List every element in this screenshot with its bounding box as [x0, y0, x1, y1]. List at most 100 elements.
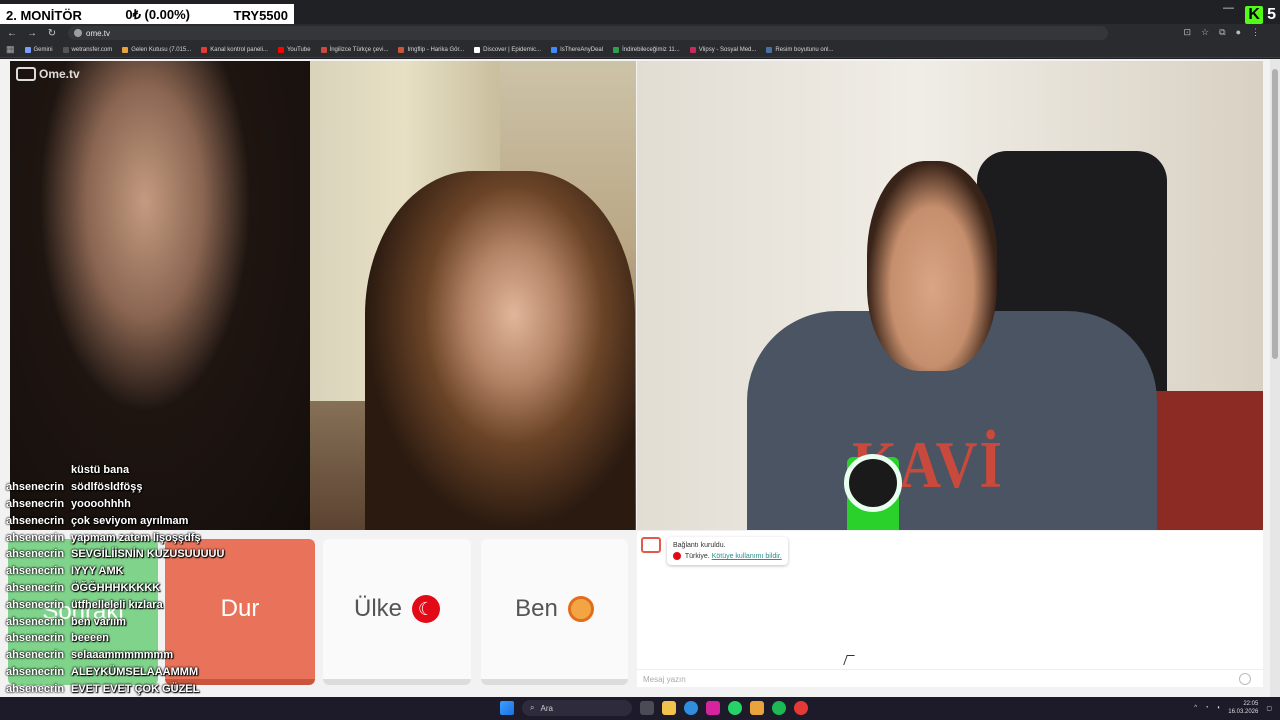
bookmark-item[interactable]: YouTube	[277, 46, 311, 53]
chat-message-text: selaaammmmmmm	[71, 649, 174, 662]
bookmarks-bar: ▦ Gemini wetransfer.com Gelen Kutusu (7.01…	[0, 42, 1280, 58]
bookmark-item[interactable]: Discover | Epidemic...	[474, 46, 541, 53]
bookmark-favicon-icon	[277, 46, 284, 53]
whatsapp-icon[interactable]	[728, 701, 742, 715]
bookmark-favicon-icon	[766, 46, 773, 53]
person-left-silhouette	[10, 61, 310, 530]
chat-message-text: SEVGİLİİSNİN KUZUSUUUUU	[71, 548, 225, 561]
bookmark-favicon-icon	[201, 46, 208, 53]
chat-username: ahsenecrin	[6, 665, 65, 678]
stream-chat-message: ahsenecrin SEVGİLİİSNİN KUZUSUUUUU	[6, 546, 306, 563]
person-right-silhouette	[365, 171, 635, 530]
windows-taskbar: ⌕ Ara ^ ◔ ◖ 22:05 16.03.2026 ▢	[0, 697, 1280, 720]
bookmark-label: Kanal kontrol paneli...	[210, 46, 268, 53]
start-icon[interactable]	[500, 701, 514, 715]
streamer-head	[867, 161, 997, 371]
back-icon[interactable]: ←	[4, 28, 20, 39]
profile-icon[interactable]: ●	[1236, 27, 1241, 38]
system-message: Bağlantı kuruldu. Türkiye. Kötüye kullan…	[641, 537, 788, 565]
bookmark-label: İngilizce Türkçe çevi...	[329, 46, 389, 53]
person-emoji-icon	[567, 596, 594, 622]
bookmark-favicon-icon	[62, 46, 69, 53]
bookmark-item[interactable]: Kanal kontrol paneli...	[201, 46, 268, 53]
bookmark-favicon-icon	[122, 46, 129, 53]
bookmark-item[interactable]: İngilizce Türkçe çevi...	[320, 46, 389, 53]
search-icon: ⌕	[530, 703, 535, 712]
bookmark-star-icon[interactable]: ☆	[1201, 27, 1209, 38]
chat-panel: Bağlantı kuruldu. Türkiye. Kötüye kullan…	[637, 531, 1263, 687]
bookmark-item[interactable]: wetransfer.com	[62, 46, 113, 53]
bookmark-favicon-icon	[398, 46, 405, 53]
message-placeholder: Mesaj yazın	[643, 675, 686, 684]
ticker-value: TRY5500	[233, 7, 288, 23]
bookmark-item[interactable]: Imgflip - Harika Gör...	[398, 46, 465, 53]
chat-message-text: küstü bana	[71, 464, 130, 477]
network-icon[interactable]: ◔	[1205, 705, 1209, 711]
stream-chat-message: ahsenecrin ben varıım	[6, 613, 306, 630]
site-info-icon[interactable]	[74, 29, 82, 37]
stream-chat-overlay: küstü bana ahsenecrin södlfösldföşş ahsenec…	[6, 462, 306, 714]
scroll-thumb[interactable]	[1272, 69, 1278, 359]
apps-icon[interactable]: ▦	[6, 44, 15, 55]
volume-icon[interactable]: ◖	[1217, 705, 1221, 711]
bookmark-item[interactable]: Gemini	[24, 46, 53, 53]
minimize-icon[interactable]: —	[1223, 2, 1234, 14]
bookmark-item[interactable]: IsThereAnyDeal	[551, 46, 604, 53]
report-abuse-link[interactable]: Kötüye kullanımı bildir.	[712, 553, 782, 560]
bookmark-item[interactable]: İndirebileceğimiz 11...	[613, 46, 680, 53]
chrome-profile-icon[interactable]	[794, 701, 808, 715]
bookmark-item[interactable]: Vlipsy - Sosyal Med...	[689, 46, 757, 53]
gender-button-label: Ben	[515, 595, 558, 622]
chat-username: ahsenecrin	[6, 531, 65, 544]
bookmark-favicon-icon	[320, 46, 327, 53]
chat-message-text: ÖĞĞHHHKKKKK	[71, 581, 161, 594]
forward-icon[interactable]: →	[24, 28, 40, 39]
search-label: Ara	[540, 703, 553, 713]
system-tray: ^ ◔ ◖ 22:05 16.03.2026 ▢	[1194, 700, 1272, 716]
bookmark-favicon-icon	[613, 46, 620, 53]
bookmark-label: wetransfer.com	[71, 46, 113, 53]
spotify-icon[interactable]	[772, 701, 786, 715]
instagram-icon[interactable]	[706, 701, 720, 715]
stream-chat-message: ahsenecrin IYYY AMK	[6, 563, 306, 580]
page-scrollbar[interactable]	[1270, 59, 1280, 697]
tray-chevron-icon[interactable]: ^	[1194, 705, 1197, 711]
message-input[interactable]: Mesaj yazın	[637, 669, 1263, 687]
chat-username: ahsenecrin	[6, 615, 65, 628]
ometv-logo-text: Ome.tv	[39, 67, 80, 81]
country-button[interactable]: Ülke ☾	[323, 539, 471, 685]
taskbar-search[interactable]: ⌕ Ara	[522, 700, 632, 716]
stream-chat-message: ahsenecrin EVET EVET ÇOK GÜZEL	[6, 680, 306, 697]
reload-icon[interactable]: ↻	[44, 28, 60, 39]
folder-icon[interactable]	[750, 701, 764, 715]
address-bar[interactable]: ome.tv	[68, 26, 1108, 40]
chat-message-text: ben varıım	[71, 615, 127, 628]
ometv-logo: Ome.tv	[16, 67, 80, 81]
clock[interactable]: 22:05 16.03.2026	[1228, 700, 1258, 716]
stream-chat-message: ahsenecrin çok seviyom ayrılmam	[6, 512, 306, 529]
bookmark-item[interactable]: Resim boyutunu onl...	[766, 46, 833, 53]
bookmark-label: IsThereAnyDeal	[560, 46, 604, 53]
country-button-label: Ülke	[353, 595, 402, 622]
bookmark-label: Imgflip - Harika Gör...	[407, 46, 465, 53]
emoji-icon[interactable]	[1239, 673, 1251, 685]
task-view-icon[interactable]	[640, 701, 654, 715]
install-icon[interactable]: ⊡	[1184, 27, 1192, 38]
bookmark-label: Vlipsy - Sosyal Med...	[698, 46, 757, 53]
price-change: 0₺ (0.00%)	[125, 7, 191, 22]
extensions-icon[interactable]: ⧉	[1219, 27, 1225, 38]
bookmark-item[interactable]: Gelen Kutusu (7.015...	[122, 46, 192, 53]
notification-icon[interactable]: ▢	[1266, 705, 1272, 712]
bookmark-label: YouTube	[286, 46, 311, 53]
kick-count: 5	[1267, 6, 1276, 23]
file-explorer-icon[interactable]	[662, 701, 676, 715]
clock-time: 22:05	[1243, 701, 1259, 707]
gender-button[interactable]: Ben	[481, 539, 628, 685]
chat-message-text: ALEYKÜMSELAAAMMM	[71, 665, 199, 678]
bookmark-label: Gelen Kutusu (7.015...	[131, 46, 192, 53]
stream-chat-message: ahsenecrin ALEYKÜMSELAAAMMM	[6, 664, 306, 681]
chat-username: ahsenecrin	[6, 565, 65, 578]
menu-icon[interactable]: ⋮	[1251, 27, 1260, 38]
chat-message-text: ütfhelleleli kızlara	[71, 598, 163, 611]
chrome-icon[interactable]	[684, 701, 698, 715]
